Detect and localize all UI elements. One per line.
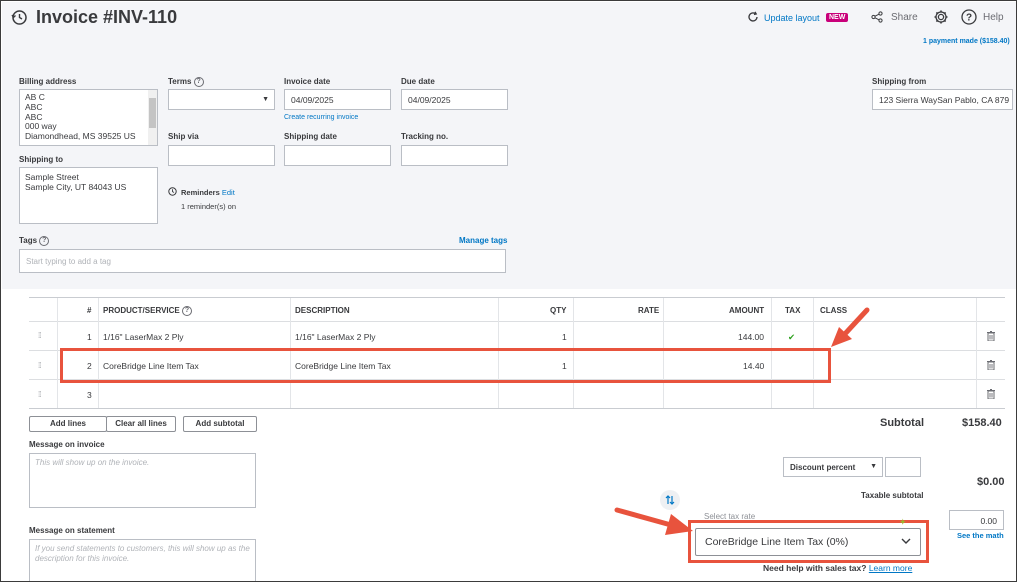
help-button[interactable]: Help	[983, 12, 1004, 23]
discount-value-input[interactable]	[885, 457, 921, 477]
col-product-header: PRODUCT/SERVICE ?	[103, 306, 192, 316]
share-icon[interactable]	[871, 11, 883, 25]
trash-icon[interactable]	[987, 360, 995, 370]
reminders-label: Reminders Edit	[181, 188, 235, 197]
tracking-label: Tracking no.	[401, 132, 449, 141]
refresh-icon[interactable]	[747, 11, 759, 25]
shipping-to-line: Sample Street	[25, 172, 79, 182]
add-lines-button[interactable]: Add lines	[29, 416, 107, 432]
share-button[interactable]: Share	[891, 12, 918, 23]
invoice-date-label: Invoice date	[284, 77, 331, 86]
gear-icon[interactable]	[933, 9, 949, 27]
billing-address-line: ABC	[25, 101, 43, 112]
svg-text:?: ?	[966, 13, 972, 24]
col-tax-header: TAX	[785, 306, 801, 315]
clock-icon	[168, 187, 177, 198]
row-num: 1	[87, 332, 92, 342]
shipping-from-field[interactable]: 123 Sierra WaySan Pablo, CA 879	[872, 89, 1013, 110]
invoice-date-field[interactable]: 04/09/2025	[284, 89, 391, 110]
shipping-date-label: Shipping date	[284, 132, 337, 141]
clear-all-lines-button[interactable]: Clear all lines	[106, 416, 176, 432]
col-num-header: #	[87, 306, 92, 315]
check-icon[interactable]: ✔	[788, 332, 795, 343]
message-invoice-label: Message on invoice	[29, 440, 105, 449]
help-icon[interactable]: ?	[961, 9, 977, 27]
drag-handle-icon[interactable]: ⁞⁞	[38, 331, 42, 340]
taxable-subtotal-label: Taxable subtotal	[861, 491, 924, 500]
drag-handle-icon[interactable]: ⁞⁞	[38, 361, 42, 370]
page-title: Invoice #INV-110	[36, 7, 178, 27]
help-circle-icon[interactable]: ?	[182, 306, 192, 316]
col-qty-header: QTY	[550, 306, 567, 315]
message-statement-input[interactable]: If you send statements to customers, thi…	[29, 539, 256, 581]
create-recurring-link[interactable]: Create recurring invoice	[284, 114, 358, 121]
shipping-to-field[interactable]: Sample Street Sample City, UT 84043 US	[19, 167, 158, 224]
sales-tax-help: Need help with sales tax? Learn more	[763, 563, 913, 573]
row-product[interactable]: 1/16" LaserMax 2 Ply	[103, 332, 184, 342]
invoice-window: Invoice #INV-110 Update layout NEW Share…	[0, 0, 1017, 582]
help-circle-icon[interactable]: ?	[193, 77, 204, 87]
terms-label: Terms ?	[168, 77, 204, 87]
billing-address-field[interactable]: AB C ABC ABC 000 way Diamondhead, MS 395…	[19, 89, 158, 146]
add-subtotal-button[interactable]: Add subtotal	[183, 416, 257, 432]
subtotal-value: $158.40	[962, 417, 1002, 429]
shipping-from-label: Shipping from	[872, 77, 927, 86]
col-rate-header: RATE	[638, 306, 660, 315]
chevron-down-icon: ▼	[870, 463, 877, 470]
row-qty[interactable]: 1	[562, 332, 567, 342]
shipping-to-label: Shipping to	[19, 155, 63, 164]
row-amount[interactable]: 144.00	[738, 332, 764, 342]
message-statement-label: Message on statement	[29, 526, 115, 535]
trash-icon[interactable]	[987, 389, 995, 399]
annotation-arrow-icon	[614, 507, 693, 535]
billing-address-line: AB C	[25, 92, 45, 102]
row-description[interactable]: 1/16" LaserMax 2 Ply	[295, 332, 376, 342]
see-the-math-link[interactable]: See the math	[957, 531, 1004, 540]
learn-more-link[interactable]: Learn more	[869, 563, 912, 573]
col-description-header: DESCRIPTION	[295, 306, 350, 315]
reminders-edit-link[interactable]: Edit	[222, 188, 235, 197]
reminders-status: 1 reminder(s) on	[181, 202, 237, 211]
discount-type-select[interactable]: Discount percent ▼	[783, 457, 883, 477]
due-date-label: Due date	[401, 77, 435, 86]
annotation-arrow-icon	[831, 307, 870, 347]
billing-address-label: Billing address	[19, 77, 77, 86]
tracking-field[interactable]	[401, 145, 508, 166]
tax-amount-input[interactable]: 0.00	[949, 510, 1004, 530]
tags-label: Tags ?	[19, 236, 50, 246]
col-amount-header: AMOUNT	[729, 306, 765, 315]
scrollbar[interactable]	[148, 90, 157, 145]
row-num: 3	[87, 390, 92, 400]
tags-input[interactable]: Start typing to add a tag	[19, 249, 506, 273]
discount-amount: $0.00	[977, 476, 1005, 488]
shipping-to-line: Sample City, UT 84043 US	[25, 182, 127, 192]
help-circle-icon[interactable]: ?	[39, 236, 50, 246]
manage-tags-link[interactable]: Manage tags	[459, 236, 507, 245]
terms-select[interactable]: ▼	[168, 89, 275, 110]
update-layout-link[interactable]: Update layout	[764, 13, 820, 23]
trash-icon[interactable]	[987, 331, 995, 341]
ship-via-label: Ship via	[168, 132, 199, 141]
due-date-field[interactable]: 04/09/2025	[401, 89, 508, 110]
billing-address-line: Diamondhead, MS 39525 US	[25, 131, 136, 142]
message-invoice-input[interactable]: This will show up on the invoice.	[29, 453, 256, 508]
annotation-highlight-box	[688, 520, 929, 563]
subtotal-label: Subtotal	[880, 417, 924, 429]
ship-via-field[interactable]	[168, 145, 275, 166]
sparkle-icon: ✦	[899, 517, 907, 527]
drag-handle-icon[interactable]: ⁞⁞	[38, 390, 42, 399]
shipping-date-field[interactable]	[284, 145, 391, 166]
payment-made-link[interactable]: 1 payment made ($158.40)	[923, 38, 1010, 45]
new-badge: NEW	[826, 13, 849, 22]
chevron-down-icon: ▼	[262, 96, 269, 103]
history-icon[interactable]	[11, 9, 28, 28]
annotation-highlight-box	[60, 348, 831, 383]
